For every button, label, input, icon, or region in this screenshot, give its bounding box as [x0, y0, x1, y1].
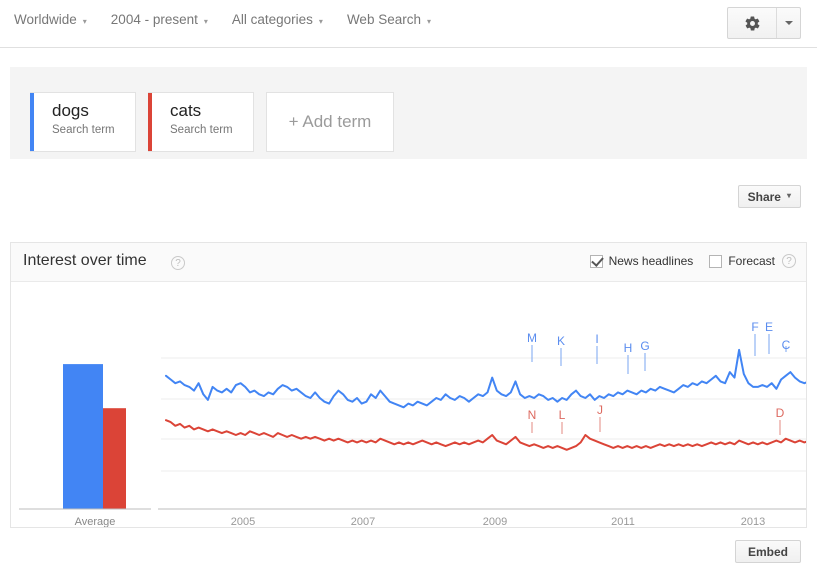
- option-news-headlines[interactable]: News headlines: [589, 254, 694, 268]
- term-color-bar-blue: [30, 93, 34, 151]
- news-marker-D[interactable]: D: [776, 406, 785, 420]
- add-term-button[interactable]: + Add term: [266, 92, 394, 152]
- page-title: Interest over time: [23, 252, 147, 269]
- search-terms-panel: dogs Search term cats Search term + Add …: [10, 67, 807, 159]
- search-terms-row: dogs Search term cats Search term + Add …: [30, 92, 394, 152]
- help-icon[interactable]: ?: [171, 256, 185, 270]
- news-marker-L[interactable]: L: [559, 408, 566, 422]
- news-marker-G[interactable]: G: [640, 339, 649, 353]
- chevron-down-icon: ▾: [203, 17, 208, 26]
- x-tick-2009: 2009: [483, 516, 507, 527]
- term-name-cats: cats: [170, 101, 202, 120]
- filter-category[interactable]: All categories ▾: [232, 12, 323, 27]
- card-header: Interest over time ? News headlines Fore…: [11, 243, 806, 282]
- filter-category-label: All categories: [231, 12, 313, 27]
- news-marker-M[interactable]: M: [527, 331, 537, 345]
- filter-time-range[interactable]: 2004 - present ▾: [111, 12, 208, 27]
- x-tick-2013: 2013: [741, 516, 765, 527]
- x-axis-tick-labels: Average 2005 2007 2009 2011 2013: [75, 516, 766, 527]
- news-headlines-label: News headlines: [608, 254, 694, 268]
- line-series-cats: [165, 419, 806, 451]
- x-tick-2005: 2005: [231, 516, 255, 527]
- term-color-bar-red: [148, 93, 152, 151]
- share-button[interactable]: Share ▾: [737, 185, 801, 208]
- interest-over-time-card: Interest over time ? News headlines Fore…: [10, 242, 807, 528]
- term-name-dogs: dogs: [52, 101, 89, 120]
- chevron-down-icon: ▾: [318, 17, 323, 26]
- chevron-down-icon: ▾: [82, 17, 87, 26]
- filter-search-type[interactable]: Web Search ▾: [347, 12, 431, 27]
- settings-dropdown-button[interactable]: [777, 8, 800, 38]
- search-term-card-dogs[interactable]: dogs Search term: [30, 92, 136, 152]
- forecast-checkbox[interactable]: [709, 254, 723, 268]
- average-axis-label: Average: [75, 516, 116, 527]
- filter-time-range-label: 2004 - present: [110, 12, 198, 27]
- filter-search-type-label: Web Search: [346, 12, 421, 27]
- help-icon[interactable]: ?: [782, 254, 796, 268]
- term-text-block: dogs Search term: [30, 93, 135, 136]
- x-tick-2011: 2011: [611, 516, 635, 527]
- average-bar-chart: [63, 364, 126, 509]
- option-forecast[interactable]: Forecast ?: [709, 254, 796, 268]
- news-marker-C[interactable]: C: [782, 338, 791, 352]
- news-marker-N[interactable]: N: [528, 408, 537, 422]
- filter-location-label: Worldwide: [14, 12, 77, 27]
- gear-icon: [745, 15, 759, 31]
- settings-button-group: [727, 7, 801, 39]
- news-marker-E[interactable]: E: [765, 320, 773, 334]
- share-button-label: Share: [747, 189, 781, 204]
- x-tick-2007: 2007: [351, 516, 375, 527]
- embed-button[interactable]: Embed: [734, 540, 801, 563]
- news-marker-I[interactable]: I: [595, 332, 598, 346]
- trends-chart-svg: MKIHGFECANLJDB Average200520072009201120…: [19, 320, 806, 527]
- filter-location[interactable]: Worldwide ▾: [14, 12, 87, 27]
- chevron-down-icon: ▾: [786, 190, 791, 200]
- filter-group: Worldwide ▾ 2004 - present ▾ All categor…: [14, 12, 455, 27]
- average-bar-cats[interactable]: [103, 408, 126, 509]
- term-text-block: cats Search term: [148, 93, 253, 136]
- average-bar-dogs[interactable]: [63, 364, 103, 509]
- embed-button-label: Embed: [747, 544, 788, 559]
- term-subtitle-cats: Search term: [170, 123, 233, 136]
- news-marker-J[interactable]: J: [597, 403, 603, 417]
- news-marker-H[interactable]: H: [624, 341, 633, 355]
- top-filter-bar: Worldwide ▾ 2004 - present ▾ All categor…: [0, 0, 817, 48]
- chart-line-series: [165, 348, 806, 451]
- chevron-down-icon: ▾: [426, 17, 431, 26]
- news-headline-markers: MKIHGFECANLJDB: [527, 320, 791, 435]
- news-headlines-checkbox[interactable]: [589, 254, 603, 268]
- forecast-label: Forecast: [728, 254, 775, 268]
- settings-button[interactable]: [728, 8, 777, 38]
- search-term-card-cats[interactable]: cats Search term: [148, 92, 254, 152]
- chart-options: News headlines Forecast ?: [574, 254, 796, 268]
- term-subtitle-dogs: Search term: [52, 123, 115, 136]
- chart-plot-area: MKIHGFECANLJDB Average200520072009201120…: [11, 281, 806, 527]
- news-marker-F[interactable]: F: [751, 320, 758, 334]
- chart-gridlines: [161, 357, 806, 472]
- news-marker-K[interactable]: K: [557, 334, 565, 348]
